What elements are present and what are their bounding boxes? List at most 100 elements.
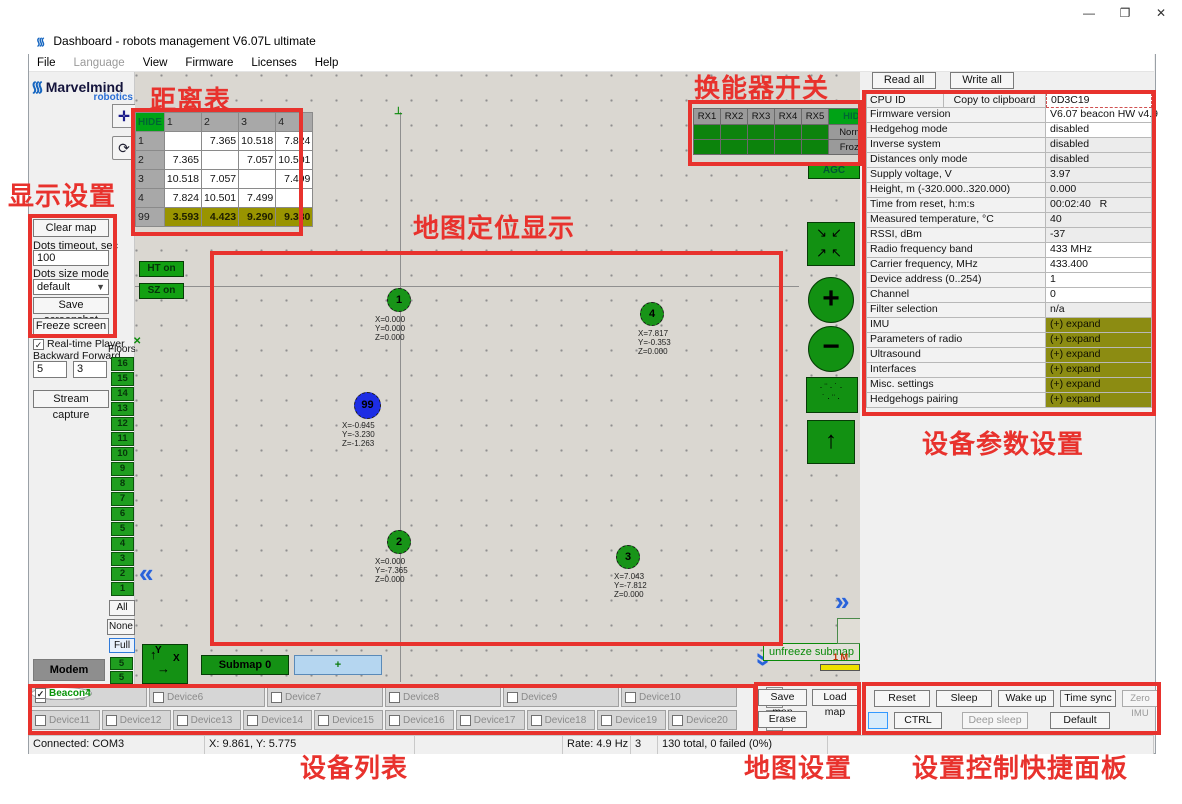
map-beacon-99[interactable]: 99 — [354, 392, 381, 419]
ctrl-indicator-box[interactable] — [868, 712, 888, 729]
map-beacon-4[interactable]: 4 — [640, 302, 664, 326]
floor-cell-15[interactable]: 15 — [111, 372, 134, 386]
agc-button[interactable]: AGC — [808, 163, 860, 179]
device-cell-device14[interactable]: Device14 — [243, 710, 312, 730]
submap-0-button[interactable]: Submap 0 — [201, 655, 289, 675]
rx-frozen-cell[interactable] — [748, 140, 775, 155]
map-beacon-3[interactable]: 3 — [616, 545, 640, 569]
map-corner-box[interactable] — [837, 618, 861, 644]
device-cell-device6[interactable]: Device6 — [149, 687, 265, 707]
freeze-screen-button[interactable]: Freeze screen — [33, 318, 109, 335]
floor-cell-2[interactable]: 2 — [111, 567, 134, 581]
device-cell-device12[interactable]: Device12 — [102, 710, 171, 730]
dots-display-icon[interactable]: ·¨·˙·˙·¨· — [806, 377, 858, 413]
device-cell-device15[interactable]: Device15 — [314, 710, 383, 730]
rx-frozen-cell[interactable] — [802, 140, 829, 155]
floor-cell-6[interactable]: 6 — [111, 507, 134, 521]
device-checkbox[interactable] — [153, 692, 164, 703]
rx-normal-cell[interactable] — [775, 125, 802, 140]
map-beacon-1[interactable]: 1 — [387, 288, 411, 312]
zoom-in-icon[interactable]: + — [808, 277, 854, 323]
floor-cell-10[interactable]: 10 — [111, 447, 134, 461]
floors-none-button[interactable]: None — [107, 619, 135, 635]
scroll-right-icon[interactable]: » — [835, 586, 849, 617]
add-submap-button[interactable]: + — [294, 655, 382, 675]
floor-cell-9[interactable]: 9 — [111, 462, 134, 476]
param-value[interactable]: (+) expand — [1046, 348, 1152, 363]
menu-item-help[interactable]: Help — [315, 57, 339, 69]
device-checkbox[interactable] — [460, 715, 471, 726]
device-checkbox[interactable] — [318, 715, 329, 726]
rx-frozen-cell[interactable] — [694, 140, 721, 155]
param-value[interactable]: (+) expand — [1046, 378, 1152, 393]
axes-tool-icon[interactable]: ✛ — [112, 104, 136, 128]
floor-cell-4[interactable]: 4 — [111, 537, 134, 551]
rotate-tool-icon[interactable]: ⟳ — [112, 136, 136, 160]
floor-cell-14[interactable]: 14 — [111, 387, 134, 401]
rx-normal-cell[interactable] — [721, 125, 748, 140]
rx-normal-cell[interactable] — [748, 125, 775, 140]
clear-map-button[interactable]: Clear map — [33, 219, 109, 237]
modem-button[interactable]: Modem — [33, 659, 105, 681]
floor-cell-5[interactable]: 5 — [111, 522, 134, 536]
time-sync-button[interactable]: Time sync — [1060, 690, 1116, 707]
device-checkbox[interactable] — [531, 715, 542, 726]
fit-view-icon[interactable]: ↘↙↗↖ — [807, 222, 855, 266]
device-cell-device10[interactable]: Device10 — [621, 687, 737, 707]
rx-normal-cell[interactable] — [802, 125, 829, 140]
minimize-icon[interactable]: — — [1074, 3, 1104, 23]
device-cell-device17[interactable]: Device17 — [456, 710, 525, 730]
device-checkbox[interactable] — [672, 715, 683, 726]
param-value[interactable]: (+) expand — [1046, 333, 1152, 348]
maximize-icon[interactable]: ❐ — [1110, 3, 1140, 23]
device-checkbox[interactable] — [625, 692, 636, 703]
device-checkbox[interactable] — [106, 715, 117, 726]
floors-all-button[interactable]: All — [109, 600, 135, 616]
sz-on-toggle[interactable]: SZ on — [139, 283, 184, 299]
scroll-left-icon[interactable]: « — [139, 558, 153, 589]
device-checkbox[interactable] — [389, 715, 400, 726]
param-value[interactable]: (+) expand — [1046, 363, 1152, 378]
floor-cell-3[interactable]: 3 — [111, 552, 134, 566]
map-beacon-2[interactable]: 2 — [387, 530, 411, 554]
menu-item-view[interactable]: View — [143, 57, 168, 69]
device-cell-device18[interactable]: Device18 — [527, 710, 596, 730]
device-checkbox[interactable] — [177, 715, 188, 726]
write-all-button[interactable]: Write all — [950, 72, 1014, 89]
rx-normal-cell[interactable] — [694, 125, 721, 140]
ht-on-toggle[interactable]: HT on — [139, 261, 184, 277]
floor-cell-16[interactable]: 16 — [111, 357, 134, 371]
close-icon[interactable]: ✕ — [1146, 3, 1176, 23]
reset-button[interactable]: Reset — [874, 690, 930, 707]
device-checkbox[interactable]: ✓ — [35, 688, 46, 699]
wake-up-button[interactable]: Wake up — [998, 690, 1054, 707]
rx-frozen-cell[interactable] — [721, 140, 748, 155]
rx-frozen-cell[interactable] — [775, 140, 802, 155]
menu-item-firmware[interactable]: Firmware — [185, 57, 233, 69]
backward-input[interactable]: 5 — [33, 361, 67, 378]
floor-cell-12[interactable]: 12 — [111, 417, 134, 431]
param-value-cpu-id[interactable]: 0D3C19 — [1046, 93, 1152, 108]
forward-input[interactable]: 3 — [73, 361, 107, 378]
zoom-out-icon[interactable]: − — [808, 326, 854, 372]
dots-size-select[interactable]: default▼ — [33, 279, 109, 295]
device-cell-device7[interactable]: Device7 — [267, 687, 383, 707]
device-checkbox[interactable] — [35, 715, 46, 726]
device-cell-device11[interactable]: Device11 — [31, 710, 100, 730]
default-button[interactable]: Default — [1050, 712, 1110, 729]
floor-cell-8[interactable]: 8 — [111, 477, 134, 491]
device-cell-device20[interactable]: Device20 — [668, 710, 737, 730]
device-cell-device16[interactable]: Device16 — [385, 710, 454, 730]
sleep-button[interactable]: Sleep — [936, 690, 992, 707]
device-checkbox[interactable] — [601, 715, 612, 726]
param-value[interactable]: (+) expand — [1046, 318, 1152, 333]
menu-item-file[interactable]: File — [37, 57, 56, 69]
submap-cell[interactable]: 5 — [110, 671, 133, 684]
menu-item-language[interactable]: Language — [74, 57, 125, 69]
device-checkbox[interactable] — [247, 715, 258, 726]
device-cell-device8[interactable]: Device8 — [385, 687, 501, 707]
device-checkbox[interactable] — [271, 692, 282, 703]
stream-capture-button[interactable]: Stream capture — [33, 390, 109, 408]
erase-map-button[interactable]: Erase map — [758, 711, 807, 728]
floor-cell-11[interactable]: 11 — [111, 432, 134, 446]
